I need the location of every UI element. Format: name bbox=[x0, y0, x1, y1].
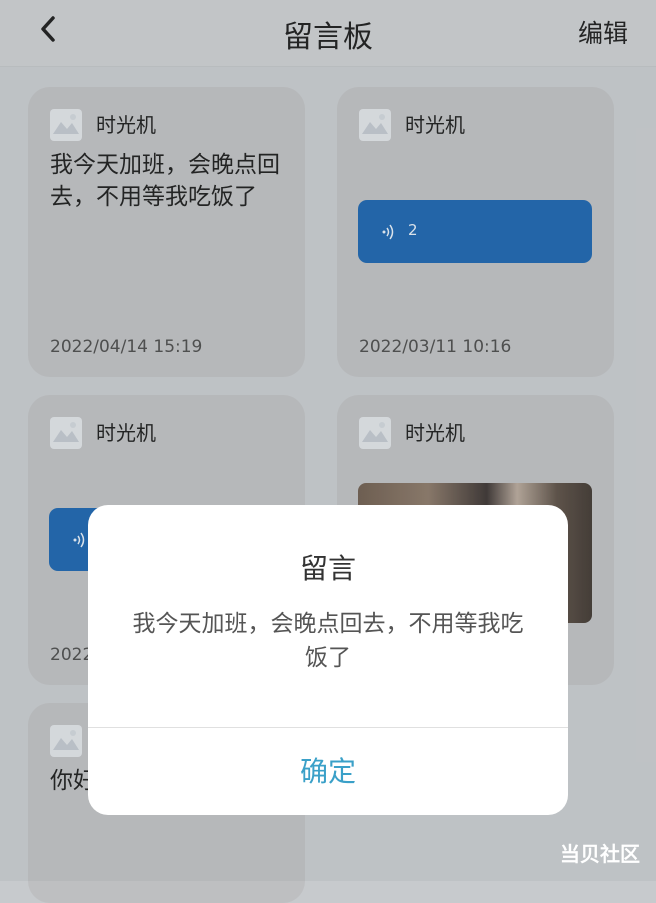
dialog-title: 留言 bbox=[299, 552, 356, 585]
confirm-button[interactable]: 确定 bbox=[88, 728, 568, 815]
message-dialog: 留言 我今天加班，会晚点回去，不用等我吃饭了 确定 bbox=[88, 505, 568, 815]
dialog-message: 我今天加班，会晚点回去，不用等我吃饭了 bbox=[132, 611, 524, 671]
watermark-logo: 当贝社区 bbox=[560, 842, 640, 866]
